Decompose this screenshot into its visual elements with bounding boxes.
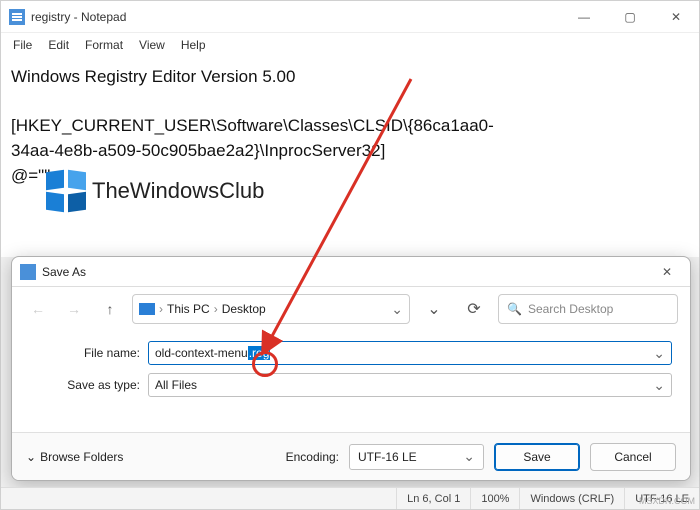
filetype-value: All Files	[155, 378, 197, 392]
status-zoom: 100%	[470, 488, 519, 509]
crumb-root[interactable]: This PC	[167, 302, 210, 316]
window-title: registry - Notepad	[31, 10, 561, 24]
encoding-value: UTF-16 LE	[358, 450, 417, 464]
filename-selected-ext: .reg	[248, 346, 271, 360]
encoding-label: Encoding:	[286, 450, 339, 464]
chevron-down-icon: ⌄	[26, 450, 36, 464]
dialog-navbar: ← → ↑ › This PC › Desktop ⌄ ⟳ 🔍 Search D…	[12, 287, 690, 331]
editor-content[interactable]: Windows Registry Editor Version 5.00 [HK…	[1, 57, 699, 257]
search-placeholder: Search Desktop	[528, 302, 613, 316]
status-position: Ln 6, Col 1	[396, 488, 470, 509]
filename-prefix: old-context-menu	[155, 346, 248, 360]
logo-mark-icon	[46, 171, 86, 211]
maximize-button[interactable]: ▢	[607, 1, 653, 33]
save-button[interactable]: Save	[494, 443, 580, 471]
dialog-icon	[20, 264, 36, 280]
close-button[interactable]: ✕	[653, 1, 699, 33]
source-watermark: MSXDN.COM	[639, 496, 695, 506]
pc-icon	[139, 303, 155, 315]
browse-folders-button[interactable]: ⌄ Browse Folders	[26, 450, 123, 464]
notepad-icon	[9, 9, 25, 25]
save-as-dialog: Save As ✕ ← → ↑ › This PC › Desktop ⌄ ⟳ …	[11, 256, 691, 481]
menu-view[interactable]: View	[131, 36, 173, 54]
dialog-close-button[interactable]: ✕	[644, 257, 690, 287]
menu-file[interactable]: File	[5, 36, 40, 54]
chevron-right-icon: ›	[214, 302, 218, 316]
dialog-titlebar: Save As ✕	[12, 257, 690, 287]
filename-field[interactable]: old-context-menu.reg	[148, 341, 672, 365]
nav-forward-button[interactable]: →	[60, 295, 88, 323]
minimize-button[interactable]: —	[561, 1, 607, 33]
doc-line-2b: 34aa-4e8b-a509-50c905bae2a2}\InprocServe…	[11, 139, 689, 164]
nav-up-button[interactable]: ↑	[96, 295, 124, 323]
menu-edit[interactable]: Edit	[40, 36, 77, 54]
nav-back-button[interactable]: ←	[24, 295, 52, 323]
filetype-field[interactable]: All Files	[148, 373, 672, 397]
browse-folders-label: Browse Folders	[40, 450, 123, 464]
crumb-folder[interactable]: Desktop	[222, 302, 266, 316]
menu-format[interactable]: Format	[77, 36, 131, 54]
dialog-footer: ⌄ Browse Folders Encoding: UTF-16 LE Sav…	[12, 432, 690, 480]
filename-label: File name:	[30, 346, 140, 360]
watermark-logo: TheWindowsClub	[46, 171, 264, 211]
logo-text: TheWindowsClub	[92, 178, 264, 204]
menu-help[interactable]: Help	[173, 36, 214, 54]
search-icon: 🔍	[507, 302, 522, 316]
menubar: File Edit Format View Help	[1, 33, 699, 57]
breadcrumb[interactable]: › This PC › Desktop	[132, 294, 410, 324]
search-input[interactable]: 🔍 Search Desktop	[498, 294, 678, 324]
status-eol: Windows (CRLF)	[519, 488, 624, 509]
dropdown-icon[interactable]: ⌄	[418, 294, 450, 324]
refresh-button[interactable]: ⟳	[458, 294, 490, 324]
dialog-title: Save As	[42, 265, 86, 279]
titlebar: registry - Notepad — ▢ ✕	[1, 1, 699, 33]
cancel-button[interactable]: Cancel	[590, 443, 676, 471]
filetype-label: Save as type:	[30, 378, 140, 392]
dialog-form: File name: old-context-menu.reg Save as …	[12, 331, 690, 411]
doc-line-1: Windows Registry Editor Version 5.00	[11, 65, 689, 90]
encoding-field[interactable]: UTF-16 LE	[349, 444, 484, 470]
statusbar: Ln 6, Col 1 100% Windows (CRLF) UTF-16 L…	[1, 487, 699, 509]
doc-line-2a: [HKEY_CURRENT_USER\Software\Classes\CLSI…	[11, 114, 689, 139]
chevron-right-icon: ›	[159, 302, 163, 316]
